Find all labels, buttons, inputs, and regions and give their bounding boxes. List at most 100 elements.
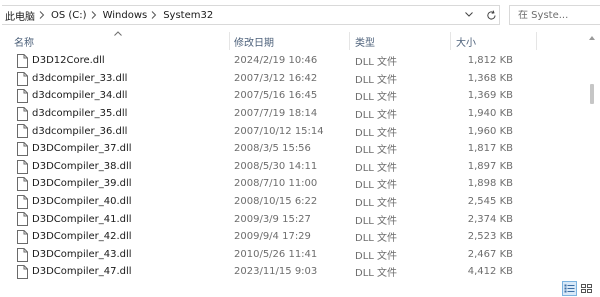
dll-file-icon bbox=[17, 247, 28, 262]
dll-file-icon bbox=[17, 142, 28, 156]
details-view-icon[interactable] bbox=[562, 281, 577, 296]
dll-file-icon bbox=[17, 230, 28, 244]
file-row[interactable]: d3dcompiler_34.dll 2007/5/16 16:45 DLL 文… bbox=[0, 87, 584, 105]
file-explorer-window: 此电脑 OS (C:) Windows System32 在 Syste... … bbox=[0, 0, 600, 297]
dll-file-icon bbox=[17, 177, 28, 192]
file-type: DLL 文件 bbox=[355, 198, 398, 210]
column-resize-handle[interactable] bbox=[349, 32, 350, 50]
breadcrumb-item-windows[interactable]: Windows bbox=[100, 6, 149, 24]
dll-file-icon bbox=[17, 89, 28, 104]
column-header-name-label: 名称 bbox=[14, 37, 34, 49]
column-header-type[interactable]: 类型 bbox=[355, 30, 450, 52]
breadcrumb-item-system32[interactable]: System32 bbox=[160, 6, 214, 24]
file-type: DLL 文件 bbox=[355, 215, 398, 227]
search-input[interactable] bbox=[518, 9, 582, 21]
dll-file-icon bbox=[17, 124, 28, 139]
file-type: DLL 文件 bbox=[355, 162, 398, 174]
file-type: DLL 文件 bbox=[355, 233, 398, 245]
file-name: D3DCompiler_43.dll bbox=[32, 248, 132, 260]
file-type: DLL 文件 bbox=[355, 92, 398, 104]
search-box[interactable] bbox=[509, 5, 600, 25]
large-icons-view-icon[interactable] bbox=[579, 281, 594, 296]
file-list: D3D12Core.dll 2024/2/19 10:46 DLL 文件 1,8… bbox=[0, 52, 584, 297]
breadcrumb-item-this-pc[interactable]: 此电脑 bbox=[2, 6, 36, 24]
file-name: D3DCompiler_41.dll bbox=[32, 213, 132, 225]
column-header-date-label: 修改日期 bbox=[234, 37, 274, 49]
file-name: D3DCompiler_47.dll bbox=[32, 266, 132, 278]
file-row[interactable]: D3DCompiler_41.dll 2009/3/9 15:27 DLL 文件… bbox=[0, 210, 584, 228]
file-date: 2008/7/10 11:00 bbox=[234, 178, 318, 190]
file-size: 1,897 KB bbox=[467, 160, 513, 172]
file-size: 1,940 KB bbox=[467, 108, 513, 120]
file-name: D3DCompiler_38.dll bbox=[32, 160, 132, 172]
file-date: 2009/9/4 17:29 bbox=[234, 231, 311, 243]
dll-file-icon bbox=[17, 194, 28, 209]
dll-file-icon bbox=[17, 106, 28, 121]
file-name: D3DCompiler_39.dll bbox=[32, 178, 132, 190]
file-type: DLL 文件 bbox=[355, 180, 398, 192]
chevron-right-icon[interactable] bbox=[88, 6, 100, 24]
refresh-icon[interactable] bbox=[482, 5, 500, 25]
file-row[interactable]: D3D12Core.dll 2024/2/19 10:46 DLL 文件 1,8… bbox=[0, 52, 584, 70]
file-date: 2007/3/12 16:42 bbox=[234, 72, 318, 84]
breadcrumb[interactable]: 此电脑 OS (C:) Windows System32 bbox=[2, 5, 500, 25]
file-row[interactable]: D3DCompiler_39.dll 2008/7/10 11:00 DLL 文… bbox=[0, 175, 584, 193]
chevron-right-icon[interactable] bbox=[148, 6, 160, 24]
file-row[interactable]: d3dcompiler_33.dll 2007/3/12 16:42 DLL 文… bbox=[0, 70, 584, 88]
file-name: d3dcompiler_36.dll bbox=[32, 125, 128, 137]
dll-file-icon bbox=[17, 159, 28, 174]
column-header-type-label: 类型 bbox=[355, 37, 375, 49]
scroll-thumb[interactable] bbox=[590, 84, 594, 104]
column-resize-handle[interactable] bbox=[450, 32, 451, 50]
column-header-size[interactable]: 大小 bbox=[456, 30, 536, 52]
file-row[interactable]: D3DCompiler_47.dll 2023/11/15 9:03 DLL 文… bbox=[0, 263, 584, 281]
file-size: 2,523 KB bbox=[467, 231, 513, 243]
file-row[interactable]: D3DCompiler_43.dll 2010/5/26 11:41 DLL 文… bbox=[0, 246, 584, 264]
file-type: DLL 文件 bbox=[355, 74, 398, 86]
file-size: 4,412 KB bbox=[467, 266, 513, 278]
file-date: 2010/5/26 11:41 bbox=[234, 248, 318, 260]
file-date: 2009/3/9 15:27 bbox=[234, 213, 311, 225]
column-header-name[interactable]: 名称 bbox=[14, 30, 229, 52]
column-header-date[interactable]: 修改日期 bbox=[234, 30, 349, 52]
chevron-right-icon[interactable] bbox=[36, 6, 48, 24]
file-size: 1,368 KB bbox=[467, 72, 513, 84]
file-row[interactable]: D3DCompiler_40.dll 2008/10/15 6:22 DLL 文… bbox=[0, 193, 584, 211]
file-type: DLL 文件 bbox=[355, 268, 398, 280]
file-row[interactable]: d3dcompiler_36.dll 2007/10/12 15:14 DLL … bbox=[0, 122, 584, 140]
file-size: 1,960 KB bbox=[467, 125, 513, 137]
dll-file-icon bbox=[17, 265, 28, 280]
file-type: DLL 文件 bbox=[355, 145, 398, 157]
file-row[interactable]: D3DCompiler_37.dll 2008/3/5 15:56 DLL 文件… bbox=[0, 140, 584, 158]
breadcrumb-item-os-c[interactable]: OS (C:) bbox=[48, 6, 88, 24]
dll-file-icon bbox=[17, 54, 28, 68]
file-type: DLL 文件 bbox=[355, 110, 398, 122]
file-name: d3dcompiler_33.dll bbox=[32, 72, 128, 84]
file-type: DLL 文件 bbox=[355, 57, 398, 69]
file-type: DLL 文件 bbox=[355, 250, 398, 262]
file-size: 2,545 KB bbox=[467, 196, 513, 208]
view-mode-toggles bbox=[562, 280, 600, 297]
file-row[interactable]: D3DCompiler_38.dll 2008/5/30 14:11 DLL 文… bbox=[0, 158, 584, 176]
chevron-down-icon[interactable] bbox=[461, 6, 477, 22]
column-resize-handle[interactable] bbox=[229, 32, 230, 50]
file-date: 2007/10/12 15:14 bbox=[234, 125, 324, 137]
file-name: d3dcompiler_35.dll bbox=[32, 108, 128, 120]
dll-file-icon bbox=[17, 71, 28, 86]
column-header-row: 名称 修改日期 类型 大小 bbox=[0, 30, 584, 52]
file-row[interactable]: D3DCompiler_42.dll 2009/9/4 17:29 DLL 文件… bbox=[0, 228, 584, 246]
address-bar-row: 此电脑 OS (C:) Windows System32 bbox=[0, 0, 600, 30]
file-name: D3D12Core.dll bbox=[32, 55, 105, 67]
vertical-scrollbar[interactable] bbox=[584, 30, 600, 297]
file-date: 2008/10/15 6:22 bbox=[234, 196, 318, 208]
file-date: 2007/5/16 16:45 bbox=[234, 90, 318, 102]
scroll-up-icon[interactable] bbox=[589, 32, 595, 40]
file-size: 1,812 KB bbox=[467, 55, 513, 67]
file-date: 2008/5/30 14:11 bbox=[234, 160, 318, 172]
file-row[interactable]: d3dcompiler_35.dll 2007/7/19 18:14 DLL 文… bbox=[0, 105, 584, 123]
file-name: d3dcompiler_34.dll bbox=[32, 90, 128, 102]
file-size: 2,467 KB bbox=[467, 248, 513, 260]
column-resize-handle[interactable] bbox=[536, 32, 537, 50]
file-size: 1,369 KB bbox=[467, 90, 513, 102]
file-date: 2024/2/19 10:46 bbox=[234, 55, 318, 67]
